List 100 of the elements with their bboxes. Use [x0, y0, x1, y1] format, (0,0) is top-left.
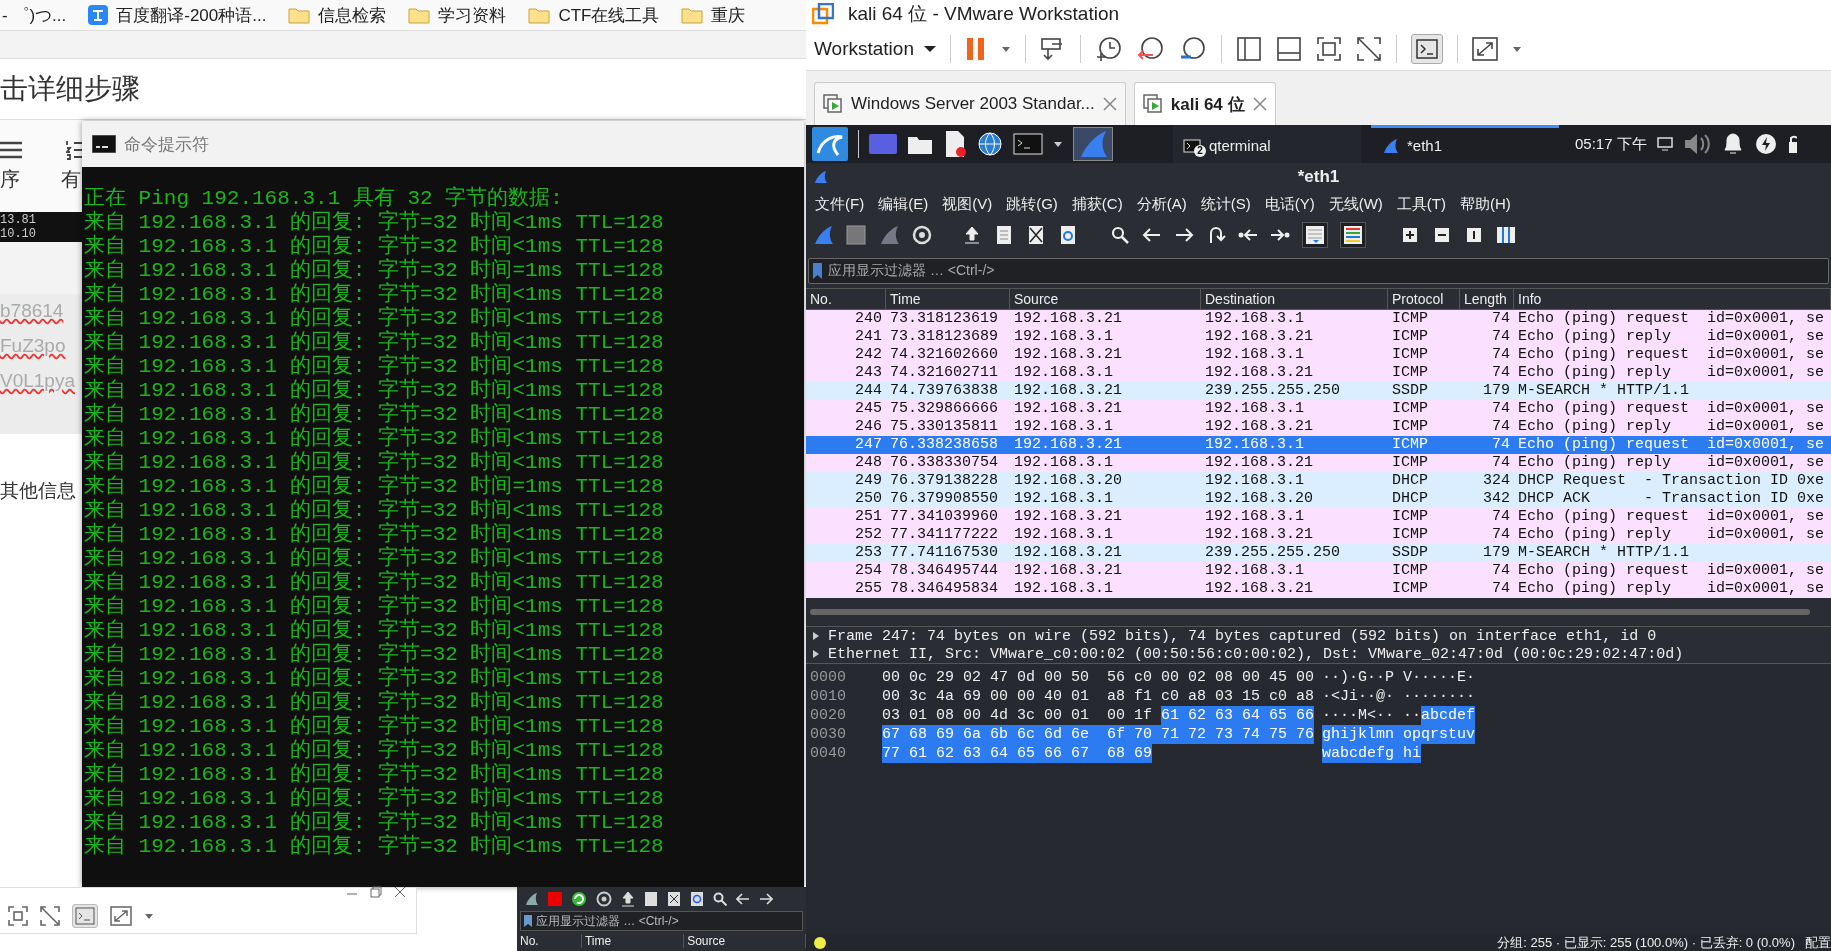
- autoscroll-icon[interactable]: [1305, 225, 1325, 245]
- menu-item[interactable]: 视图(V): [935, 194, 1000, 214]
- shark-fin-icon[interactable]: [523, 891, 539, 907]
- volume-icon[interactable]: [1682, 131, 1711, 157]
- packet-row[interactable]: 255 78.346495834 192.168.3.1 192.168.3.21 ICMP 74 Echo (ping) reply id=0x0001, se: [806, 580, 1831, 598]
- column-header[interactable]: No.: [517, 934, 582, 948]
- expand-icon[interactable]: [812, 650, 820, 658]
- menu-item[interactable]: 文件(F): [808, 194, 872, 214]
- caret-icon[interactable]: [1053, 140, 1063, 148]
- shark-fin-icon[interactable]: [812, 169, 828, 185]
- bookmark-link[interactable]: 重庆: [711, 3, 746, 27]
- packet-row[interactable]: 241 73.318123689 192.168.3.1 192.168.3.21 ICMP 74 Echo (ping) reply id=0x0001, se: [806, 328, 1831, 346]
- bookmark-link[interactable]: 学习资料: [438, 3, 507, 27]
- toolbar-label[interactable]: 序: [0, 166, 20, 193]
- packet-row[interactable]: 248 76.338330754 192.168.3.1 192.168.3.21 ICMP 74 Echo (ping) reply id=0x0001, se: [806, 454, 1831, 472]
- reload-file-icon[interactable]: [1058, 225, 1078, 245]
- packet-row[interactable]: 245 75.329866666 192.168.3.21 192.168.3.1 ICMP 74 Echo (ping) request id=0x0001, se: [806, 400, 1831, 418]
- open-file-icon[interactable]: [962, 225, 982, 245]
- display-icon[interactable]: [1656, 137, 1673, 151]
- fullscreen-icon[interactable]: [1471, 37, 1498, 61]
- caret-icon[interactable]: [1511, 45, 1522, 53]
- packet-row[interactable]: 253 77.741167530 192.168.3.21 239.255.255.250 SSDP 179 M-SEARCH * HTTP/1.1: [806, 544, 1831, 562]
- menu-item[interactable]: 编辑(E): [871, 194, 936, 214]
- packet-row[interactable]: 247 76.338238658 192.168.3.21 192.168.3.1 ICMP 74 Echo (ping) request id=0x0001, se: [806, 436, 1831, 454]
- vm-tab[interactable]: kali 64 位: [1133, 82, 1276, 125]
- shark-fin-icon[interactable]: [1381, 136, 1399, 155]
- menu-item[interactable]: 电话(Y): [1257, 194, 1322, 214]
- profile-label[interactable]: 配置: [1805, 935, 1831, 951]
- column-header[interactable]: No.: [806, 289, 886, 309]
- restore-icon[interactable]: [370, 886, 382, 898]
- packet-row[interactable]: 252 77.341177222 192.168.3.1 192.168.3.21 ICMP 74 Echo (ping) reply id=0x0001, se: [806, 526, 1831, 544]
- taskbar-task[interactable]: 2 qterminal: [1173, 125, 1361, 163]
- no-fit-icon[interactable]: [1355, 36, 1382, 62]
- search-icon[interactable]: [713, 892, 727, 906]
- close-icon[interactable]: [394, 886, 406, 898]
- packet-row[interactable]: 251 77.341039960 192.168.3.21 192.168.3.1 ICMP 74 Echo (ping) request id=0x0001, se: [806, 508, 1831, 526]
- start-capture-icon[interactable]: [812, 224, 834, 246]
- packet-row[interactable]: 243 74.321602711 192.168.3.1 192.168.3.21 ICMP 74 Echo (ping) reply id=0x0001, se: [806, 364, 1831, 382]
- bookmark-link[interactable]: 百度翻译-200种语...: [116, 3, 267, 27]
- dragon-logo-icon[interactable]: [812, 127, 848, 161]
- document-icon[interactable]: [943, 130, 967, 158]
- menu-item[interactable]: 帮助(H): [1452, 194, 1518, 214]
- bookmark-link[interactable]: 信息检索: [318, 3, 387, 27]
- menu-item[interactable]: 统计(S): [1193, 194, 1258, 214]
- fullscreen-icon[interactable]: [110, 906, 132, 926]
- bottom-panel-icon[interactable]: [1275, 36, 1302, 62]
- bookmark-link[interactable]: CTF在线工具: [558, 3, 660, 27]
- pause-icon[interactable]: [964, 36, 987, 62]
- close-file-icon[interactable]: [1026, 225, 1046, 245]
- desktop-icon[interactable]: [869, 132, 897, 156]
- workstation-menu[interactable]: Workstation: [814, 38, 936, 60]
- packet-row[interactable]: 240 73.318123619 192.168.3.21 192.168.3.1 ICMP 74 Echo (ping) request id=0x0001, se: [806, 310, 1831, 328]
- column-header[interactable]: Length: [1460, 289, 1514, 309]
- filter-field[interactable]: 应用显示过滤器 … <Ctrl-/>: [520, 911, 803, 931]
- resize-columns-icon[interactable]: [1496, 225, 1516, 245]
- zoom-out-icon[interactable]: [1432, 225, 1452, 245]
- upload-icon[interactable]: [621, 891, 635, 907]
- menu-item[interactable]: 捕获(C): [1064, 194, 1130, 214]
- packet-row[interactable]: 254 78.346495744 192.168.3.21 192.168.3.1 ICMP 74 Echo (ping) request id=0x0001, se: [806, 562, 1831, 580]
- normal-size-icon[interactable]: [1464, 225, 1484, 245]
- bookmark-icon[interactable]: [813, 263, 822, 279]
- detail-row[interactable]: Frame 247: 74 bytes on wire (592 bits), 74 bytes captured (592 bits) on interface eth1, id 0: [806, 627, 1831, 645]
- toolbar-label[interactable]: 有: [61, 166, 81, 193]
- column-header[interactable]: Time: [886, 289, 1010, 309]
- display-filter-field[interactable]: 应用显示过滤器 … <Ctrl-/>: [808, 258, 1829, 284]
- expand-icon[interactable]: [812, 632, 820, 640]
- column-header[interactable]: Destination: [1201, 289, 1388, 309]
- menu-item[interactable]: 工具(T): [1389, 194, 1453, 214]
- packet-row[interactable]: 250 76.379908550 192.168.3.1 192.168.3.20 DHCP 342 DHCP ACK - Transaction ID 0xe: [806, 490, 1831, 508]
- caret-icon[interactable]: [1000, 45, 1011, 53]
- column-header[interactable]: Source: [1010, 289, 1201, 309]
- column-header[interactable]: Time: [581, 934, 685, 948]
- zoom-in-icon[interactable]: [1400, 225, 1420, 245]
- file-icon[interactable]: [644, 891, 658, 907]
- packet-row[interactable]: 242 74.321602660 192.168.3.21 192.168.3.1 ICMP 74 Echo (ping) request id=0x0001, se: [806, 346, 1831, 364]
- console-icon[interactable]: [1415, 39, 1438, 59]
- packet-row[interactable]: 249 76.379138228 192.168.3.20 192.168.3.1 DHCP 324 DHCP Request - Transaction ID 0xe: [806, 472, 1831, 490]
- search-icon[interactable]: [1110, 225, 1130, 245]
- menu-item[interactable]: 跳转(G): [999, 194, 1065, 214]
- lock-icon[interactable]: [1786, 133, 1797, 155]
- arrow-right-icon[interactable]: [759, 893, 773, 905]
- terminal-icon[interactable]: [1013, 133, 1043, 155]
- snapshot-icon[interactable]: [1094, 35, 1123, 63]
- arrow-left-icon[interactable]: [736, 893, 750, 905]
- vm-tab[interactable]: Windows Server 2003 Standar...: [814, 82, 1126, 125]
- colorize-icon[interactable]: [1343, 225, 1363, 245]
- fit-screen-icon[interactable]: [8, 906, 28, 926]
- menu-item[interactable]: 无线(W): [1321, 194, 1390, 214]
- settings-icon[interactable]: [596, 891, 612, 907]
- restart-icon[interactable]: [571, 891, 587, 907]
- restart-capture-icon[interactable]: [878, 224, 900, 246]
- packet-row[interactable]: 246 75.330135811 192.168.3.1 192.168.3.21 ICMP 74 Echo (ping) reply id=0x0001, se: [806, 418, 1831, 436]
- bookmark-link[interactable]: - ゜)つ...: [2, 3, 67, 27]
- caret-icon[interactable]: [144, 912, 154, 920]
- no-fit-icon[interactable]: [40, 906, 60, 926]
- packet-row[interactable]: 244 74.739763838 192.168.3.21 239.255.255.250 SSDP 179 M-SEARCH * HTTP/1.1: [806, 382, 1831, 400]
- menu-item[interactable]: 分析(A): [1129, 194, 1194, 214]
- settings-icon[interactable]: [912, 225, 932, 245]
- detail-row[interactable]: Ethernet II, Src: VMware_c0:00:02 (00:50:56:c0:00:02), Dst: VMware_02:47:0d (00:0c:29:02:47:0d): [806, 645, 1831, 663]
- column-header[interactable]: Info: [1514, 289, 1831, 309]
